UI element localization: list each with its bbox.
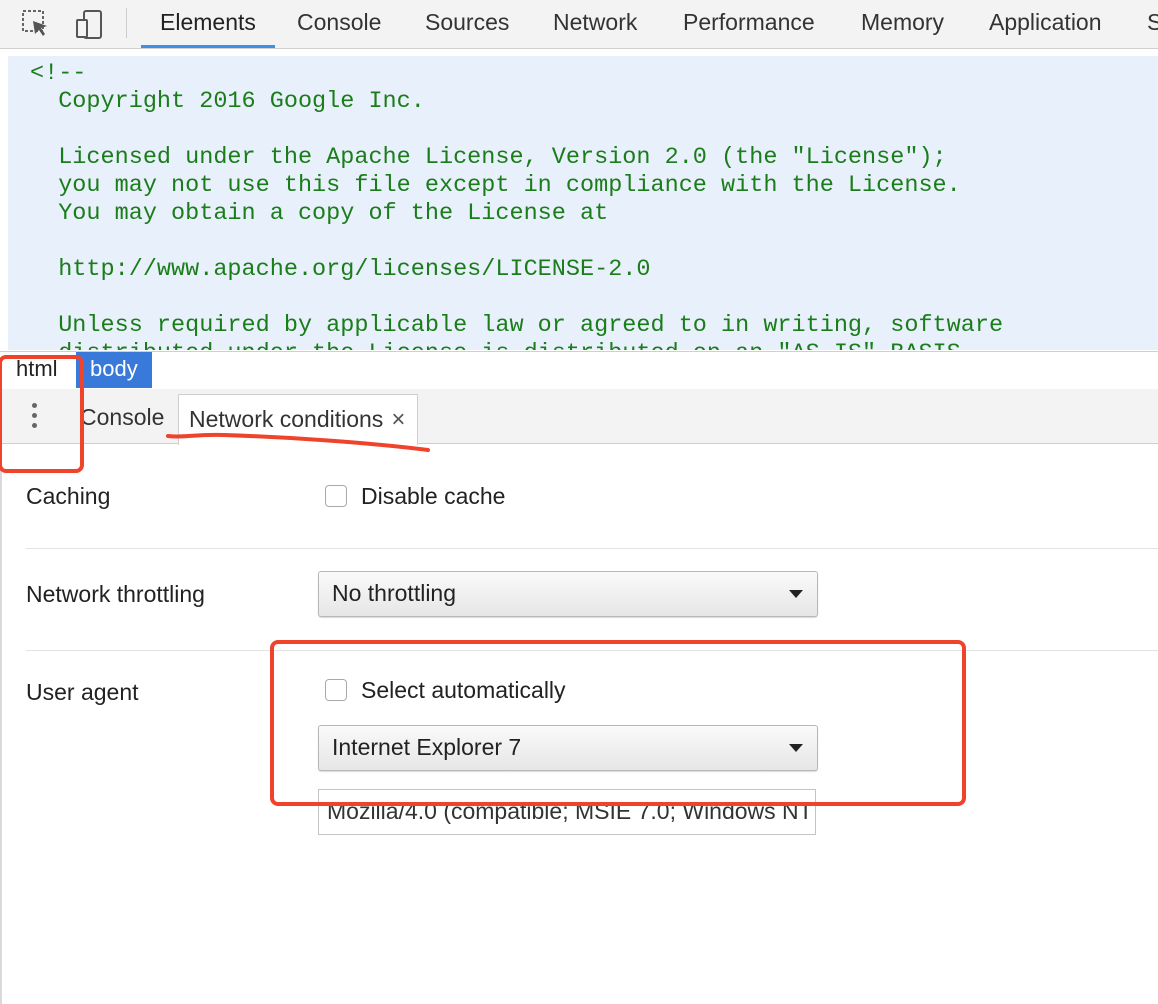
source-line: http://www.apache.org/licenses/LICENSE-2… (30, 256, 651, 283)
tab-application[interactable]: Application (989, 0, 1102, 48)
disable-cache-checkbox[interactable] (325, 485, 347, 507)
disable-cache-label[interactable]: Disable cache (361, 483, 505, 510)
tab-memory[interactable]: Memory (861, 0, 944, 48)
tab-performance[interactable]: Performance (683, 0, 815, 48)
breadcrumb-body[interactable]: body (76, 352, 152, 388)
tab-network[interactable]: Network (553, 0, 637, 48)
device-toolbar-icon[interactable] (74, 8, 106, 40)
drawer-tab-console[interactable]: Console (80, 389, 164, 443)
network-throttling-label: Network throttling (26, 581, 205, 607)
toolbar-separator (126, 8, 127, 38)
source-line: Copyright 2016 Google Inc. (30, 88, 425, 115)
breadcrumb: html body (0, 351, 1158, 390)
tab-console[interactable]: Console (297, 0, 381, 48)
inspect-element-icon[interactable] (20, 8, 52, 40)
tab-elements[interactable]: Elements (141, 0, 275, 48)
source-line: Unless required by applicable law or agr… (30, 312, 1004, 339)
source-line: distributed under the License is distrib… (30, 340, 975, 350)
network-throttling-value: No throttling (332, 580, 457, 606)
tab-security-truncated[interactable]: S (1147, 0, 1158, 48)
elements-dom-tree[interactable]: <!-- Copyright 2016 Google Inc. Licensed… (8, 56, 1158, 350)
tab-sources[interactable]: Sources (425, 0, 509, 48)
source-line: <!-- (30, 60, 87, 87)
source-line: You may obtain a copy of the License at (30, 200, 609, 227)
caching-label: Caching (26, 483, 111, 509)
panel-left-border (0, 443, 2, 1004)
source-line: you may not use this file except in comp… (30, 172, 961, 199)
annotation-box-user-agent (270, 640, 966, 806)
chevron-down-icon (789, 590, 803, 598)
devtools-toolbar: Elements Console Sources Network Perform… (0, 0, 1158, 49)
user-agent-label: User agent (26, 679, 139, 705)
html-comment-source: <!-- Copyright 2016 Google Inc. Licensed… (30, 60, 1003, 350)
annotation-underline (166, 432, 430, 452)
network-throttling-select[interactable]: No throttling (318, 571, 818, 617)
divider (26, 548, 1158, 549)
annotation-box-menu (0, 355, 84, 473)
source-line: Licensed under the Apache License, Versi… (30, 144, 947, 171)
